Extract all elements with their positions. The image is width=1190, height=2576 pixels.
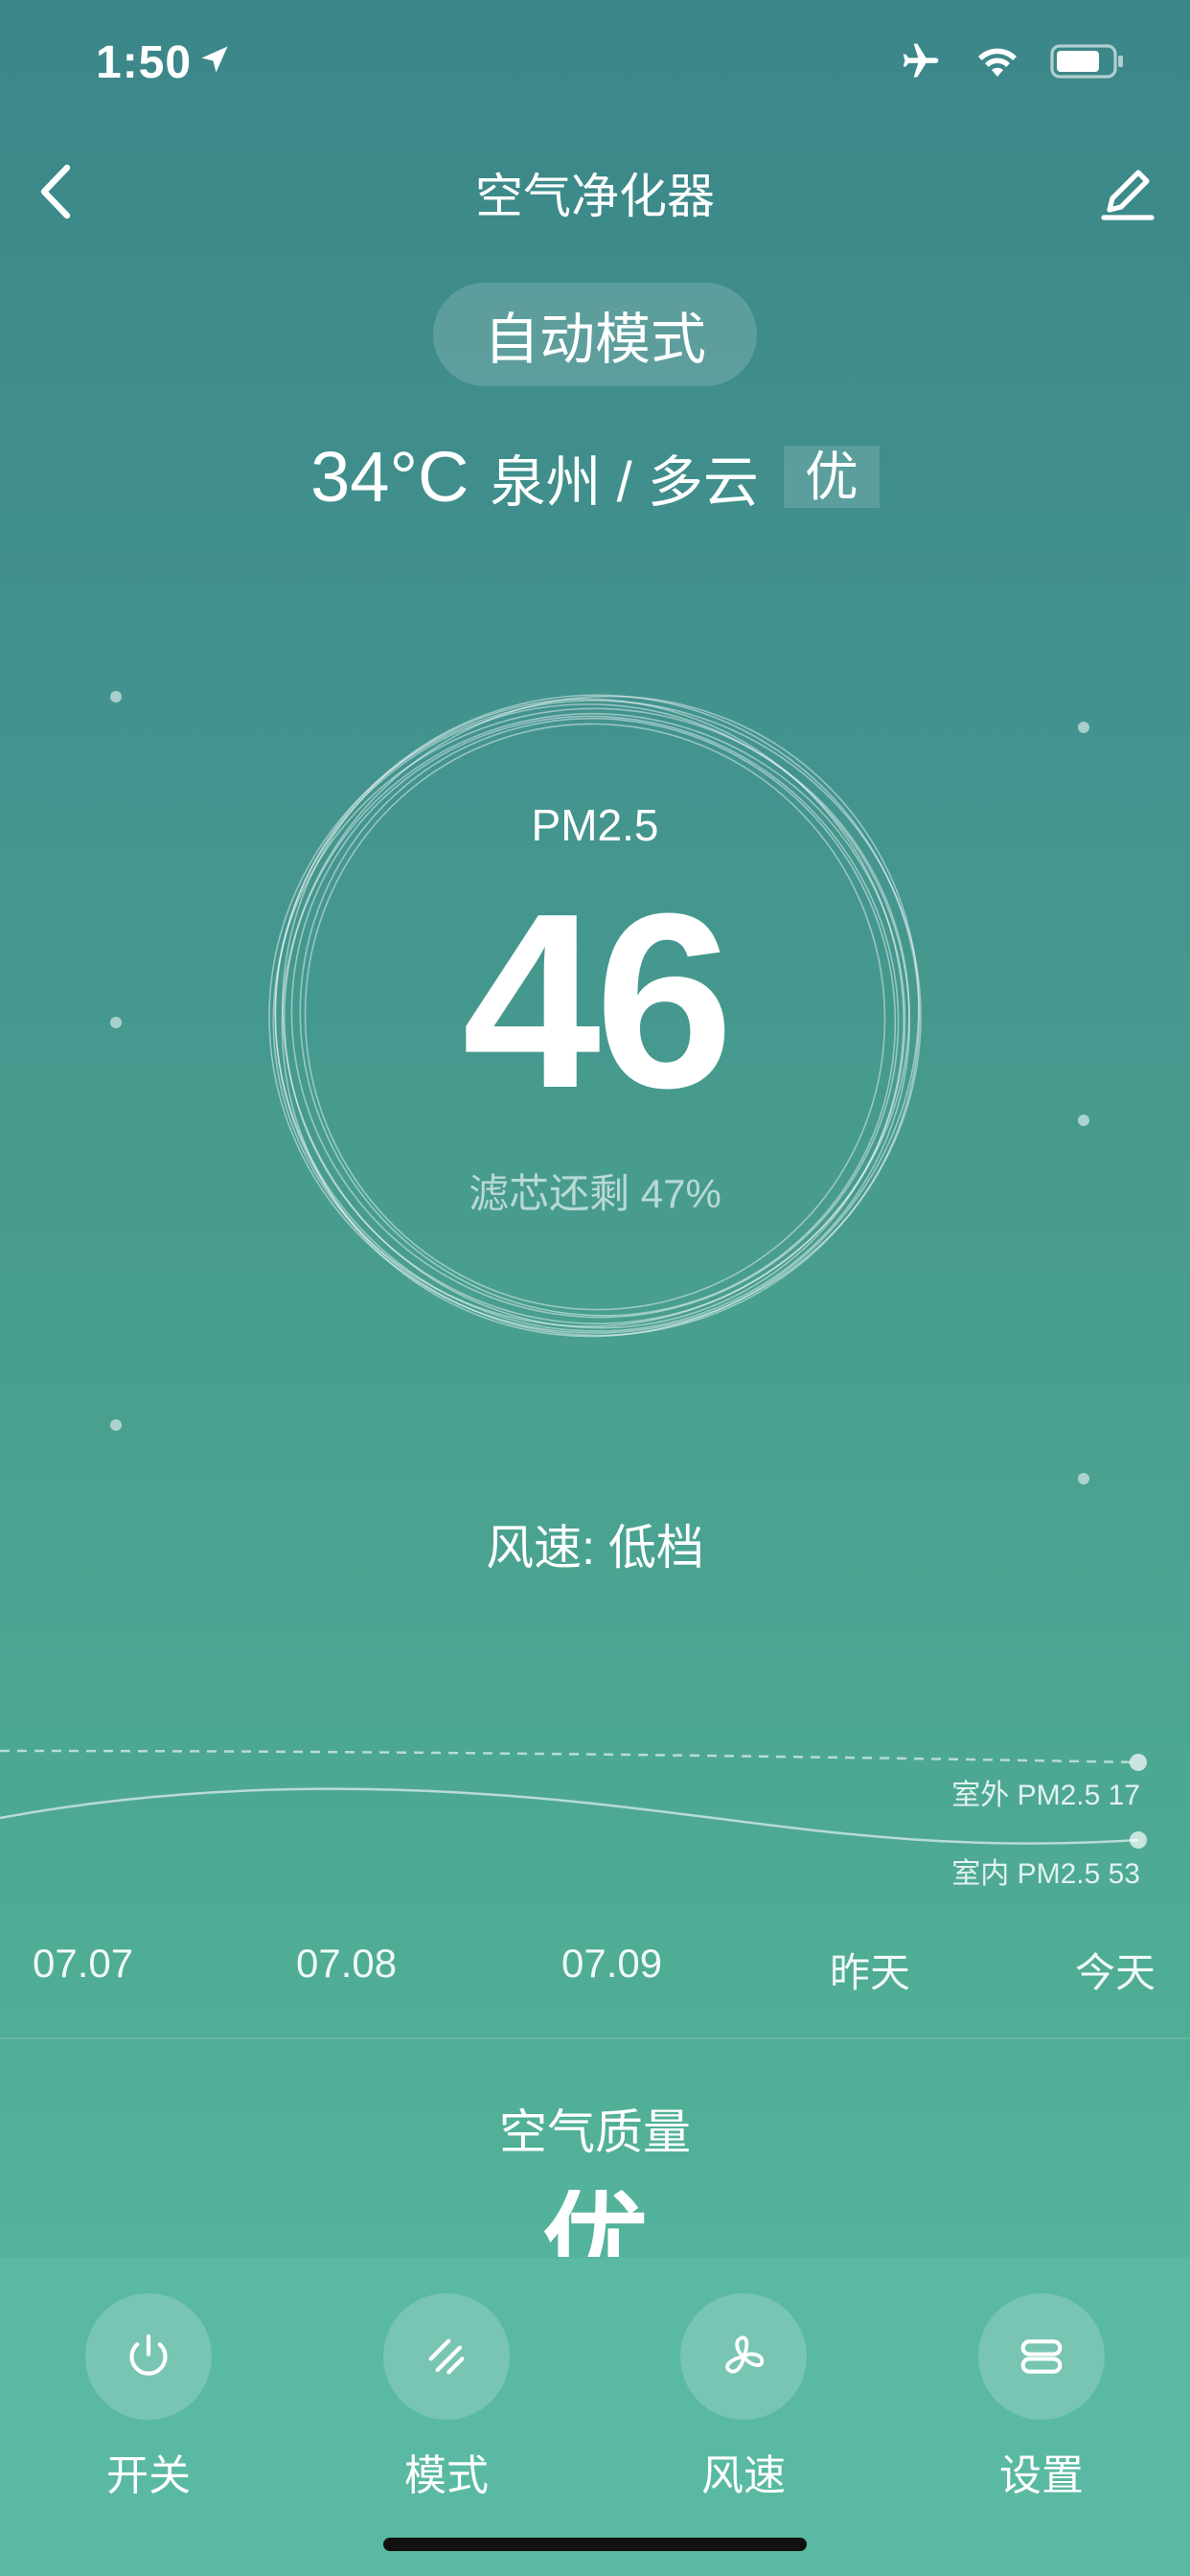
settings-button[interactable]: 设置 [946, 2293, 1137, 2502]
settings-label: 设置 [999, 2452, 1084, 2499]
mode-button-circle[interactable] [383, 2293, 510, 2420]
outdoor-pm-label: 室外 PM2.5 17 [951, 1780, 1140, 1811]
date-label: 今天 [1075, 1950, 1156, 1995]
status-time: 1:50 [96, 37, 193, 88]
air-quality-title: 空气质量 [499, 2105, 691, 2159]
fan-speed-button[interactable]: 风速 [648, 2293, 839, 2502]
edit-icon[interactable] [1094, 158, 1161, 225]
pm-value: 46 [462, 862, 733, 1140]
date-label: 昨天 [830, 1950, 911, 1995]
weather-info: 34°C 泉州 / 多云 优 [0, 436, 1190, 518]
outdoor-trend-point [1130, 1754, 1147, 1771]
decor-dot [110, 1419, 122, 1431]
decor-dot [1078, 1473, 1089, 1484]
power-button[interactable]: 开关 [53, 2293, 244, 2502]
filter-remaining: 滤芯还剩 47% [469, 1171, 721, 1216]
outdoor-quality-badge: 优 [783, 445, 880, 509]
power-button-circle[interactable] [85, 2293, 212, 2420]
status-icons [897, 40, 1127, 82]
air-quality-value-wrap: 优 [0, 2190, 1190, 2257]
air-quality-value: 优 [542, 2190, 648, 2257]
outdoor-trend-line [0, 1749, 1139, 1764]
page-title: 空气净化器 [475, 170, 715, 223]
fan-speed-text: 风速: 低档 [486, 1521, 704, 1575]
mode-label: 模式 [404, 2452, 489, 2499]
decor-dot [110, 691, 122, 702]
decor-dot [1078, 722, 1089, 733]
location-arrow-icon [201, 46, 228, 73]
date-label: 07.08 [296, 1941, 398, 1986]
weather-temperature: 34°C [310, 437, 469, 517]
date-label: 07.09 [561, 1941, 663, 1986]
settings-icon [1020, 2339, 1063, 2374]
weather-location: 泉州 / 多云 [490, 450, 759, 514]
mode-button[interactable]: 模式 [351, 2293, 542, 2502]
section-divider [0, 2037, 1190, 2039]
date-axis: 07.07 07.08 07.09 昨天 今天 [0, 1941, 1190, 1998]
indoor-pm-label: 室内 PM2.5 53 [951, 1858, 1140, 1890]
fan-icon [725, 2335, 765, 2374]
mode-icon [428, 2338, 465, 2375]
indoor-trend-point [1130, 1831, 1147, 1849]
date-label: 07.07 [33, 1941, 134, 1986]
fan-speed-button-circle[interactable] [680, 2293, 807, 2420]
mode-pill[interactable]: 自动模式 [433, 283, 757, 386]
battery-icon [1050, 44, 1123, 79]
home-indicator[interactable] [383, 2538, 807, 2551]
fan-speed-label: 风速 [701, 2452, 786, 2499]
pm-label: PM2.5 [531, 800, 659, 850]
power-icon [129, 2334, 168, 2376]
wifi-icon [978, 48, 1017, 77]
power-label: 开关 [106, 2452, 191, 2499]
settings-button-circle[interactable] [978, 2293, 1105, 2420]
airplane-icon [903, 43, 939, 78]
